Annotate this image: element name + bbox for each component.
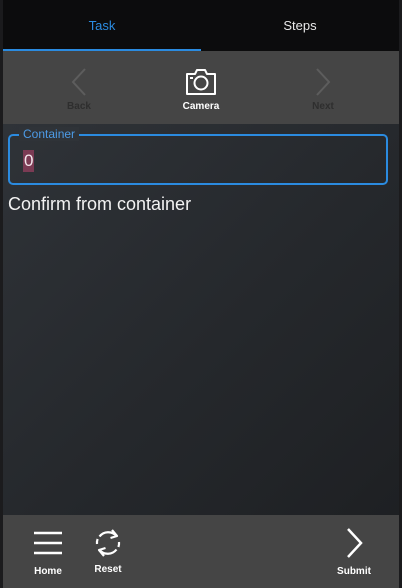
back-button[interactable]: Back [24, 51, 134, 124]
back-label: Back [67, 101, 91, 112]
camera-label: Camera [182, 101, 220, 112]
tab-bar: Task Steps [3, 0, 399, 51]
instruction-text: Confirm from container [8, 194, 192, 214]
tab-task-label: Task [88, 18, 116, 33]
camera-button[interactable]: Camera [146, 51, 256, 124]
submit-label: Submit [337, 566, 371, 577]
container-field[interactable]: Container 0 [8, 127, 388, 185]
task-content: Container 0 Confirm from container [3, 124, 399, 515]
next-button[interactable]: Next [268, 51, 378, 124]
refresh-icon [73, 527, 143, 559]
bottom-bar: Home Reset Submit [3, 515, 399, 588]
app-window: Task Steps Back Camera Next Container 0 … [3, 0, 399, 588]
tab-task[interactable]: Task [3, 0, 201, 51]
next-label: Next [312, 101, 334, 112]
tab-steps[interactable]: Steps [201, 0, 399, 51]
chevron-left-icon [24, 67, 134, 97]
container-field-label: Container [19, 127, 80, 141]
reset-label: Reset [94, 564, 122, 575]
reset-button[interactable]: Reset [73, 515, 143, 588]
tab-steps-label: Steps [283, 18, 317, 33]
chevron-right-icon [268, 67, 378, 97]
container-field-value[interactable]: 0 [23, 150, 35, 172]
submit-chevron-icon [319, 527, 389, 559]
submit-button[interactable]: Submit [319, 515, 389, 588]
camera-icon [146, 67, 256, 97]
toolbar: Back Camera Next [3, 51, 399, 124]
